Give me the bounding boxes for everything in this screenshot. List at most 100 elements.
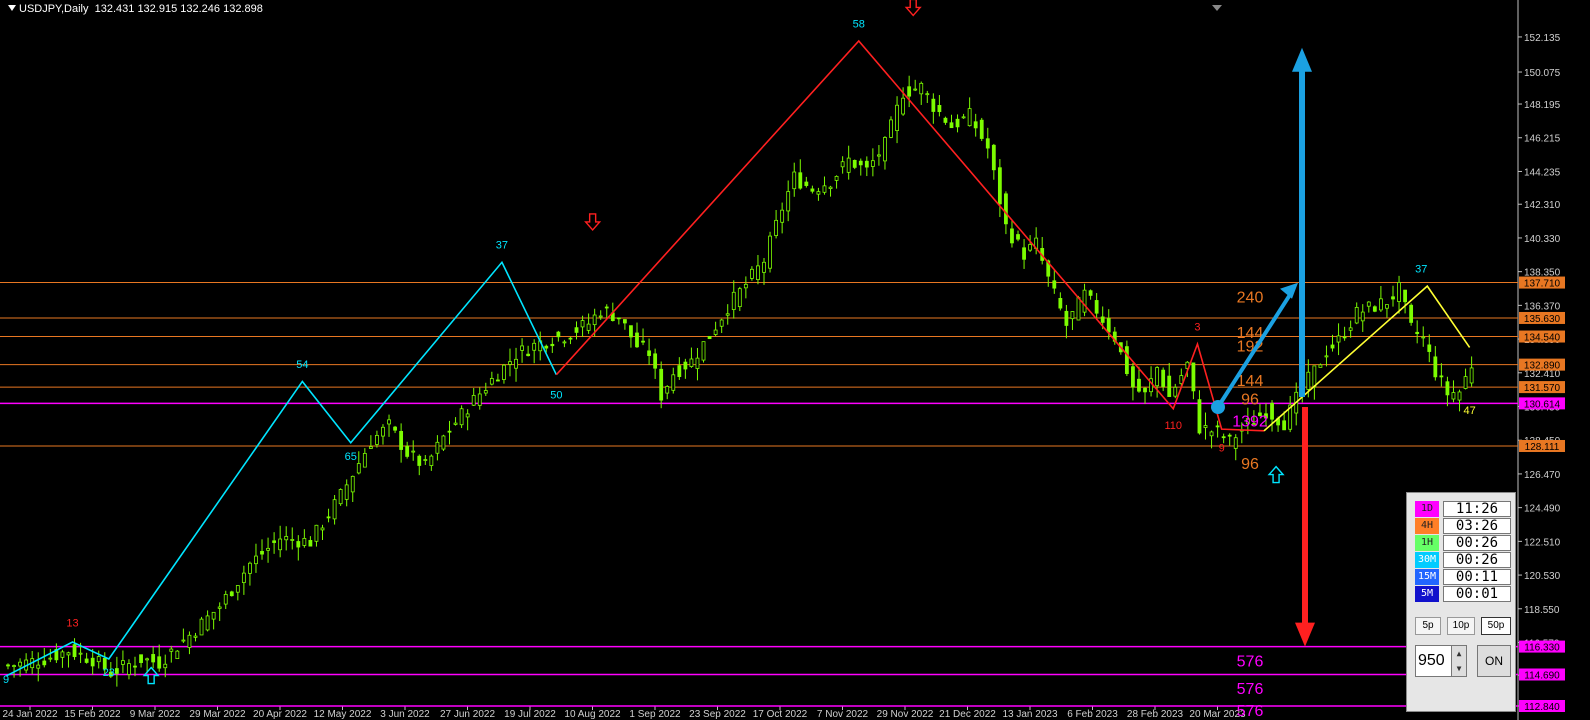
candle-body (1409, 304, 1414, 323)
candle-body (163, 663, 168, 669)
candle-body (907, 86, 912, 97)
candle-body (707, 335, 712, 340)
candle-body (913, 88, 918, 91)
candle-body (272, 540, 277, 543)
y-tick-label: 144.235 (1524, 167, 1561, 178)
projection-origin-dot (1211, 400, 1225, 415)
candle-body (937, 105, 942, 113)
candle-body (1094, 300, 1099, 314)
timeframe-badge: 30M (1415, 552, 1439, 568)
candle-body (1348, 327, 1353, 331)
candle-body (973, 121, 978, 129)
candle-body (774, 219, 778, 236)
y-tick-label: 124.490 (1524, 504, 1561, 515)
candle-body (453, 422, 458, 425)
candle-body (1354, 306, 1359, 324)
candle-body (314, 524, 319, 542)
candle-body (526, 353, 531, 357)
candle-body (586, 323, 591, 331)
candle-body (1070, 311, 1075, 320)
signal-up-arrow-icon (142, 666, 160, 685)
y-tick-label: 140.330 (1524, 234, 1561, 245)
candle-body (532, 342, 537, 351)
candle-body (653, 353, 658, 369)
scroll-marker-icon (1212, 5, 1222, 11)
wave-label: 50 (550, 390, 562, 402)
y-tick-label: 136.370 (1524, 301, 1561, 312)
candle-body (1100, 316, 1105, 323)
spin-down-icon[interactable]: ▼ (1452, 661, 1466, 676)
candle-body (931, 98, 936, 112)
candle-body (375, 434, 379, 445)
x-tick-label: 28 Feb 2023 (1127, 709, 1184, 720)
x-tick-label: 1 Sep 2022 (629, 709, 681, 720)
wave-label: 47 (1463, 405, 1475, 417)
candle-body (393, 426, 397, 431)
candle-body (465, 413, 470, 418)
pip-10-button[interactable]: 10p (1447, 617, 1475, 635)
timer-row: 5M 00:01 (1415, 586, 1511, 602)
candle-body (895, 104, 899, 131)
candle-body (1022, 247, 1026, 260)
candle-body (483, 390, 488, 394)
y-tick-label: 148.195 (1524, 100, 1561, 111)
candle-body (1324, 355, 1329, 358)
candle-body (326, 516, 331, 519)
signal-up-arrow-icon (1267, 465, 1285, 484)
on-button[interactable]: ON (1477, 645, 1511, 677)
candle-body (1197, 399, 1202, 434)
price-level-label: 132.890 (1524, 361, 1561, 372)
timer-value: 11:26 (1443, 501, 1511, 517)
candle-body (629, 325, 633, 338)
candle-body (42, 660, 47, 666)
candle-body (719, 319, 724, 327)
wave-label: 37 (496, 240, 508, 252)
menu-triangle-icon[interactable] (8, 5, 16, 11)
timer-row: 30M 00:26 (1415, 552, 1511, 568)
level-count-label: 576 (1237, 654, 1264, 671)
candle-body (677, 365, 682, 377)
candle-body (1330, 344, 1335, 349)
candle-body (241, 572, 246, 583)
candle-body (671, 374, 676, 391)
spin-control[interactable]: ▲ ▼ (1451, 645, 1467, 677)
candle-body (157, 656, 162, 669)
pip-50-button[interactable]: 50p (1481, 617, 1511, 635)
candle-body (302, 538, 307, 546)
candle-body (1137, 378, 1141, 392)
x-tick-label: 7 Nov 2022 (817, 709, 869, 720)
candle-body (266, 547, 270, 551)
candle-body (459, 408, 464, 426)
candle-body (399, 430, 404, 450)
projection-up-arrowhead-icon (1292, 47, 1312, 72)
candle-body (193, 635, 198, 638)
candle-body (489, 378, 494, 385)
candle-body (816, 191, 821, 195)
candle-body (1270, 402, 1274, 420)
wave-label: 9 (1219, 442, 1225, 454)
candle-body (284, 536, 289, 541)
candle-body (580, 320, 585, 328)
candle-body (840, 161, 845, 168)
spin-up-icon[interactable]: ▲ (1452, 646, 1466, 661)
candle-body (387, 419, 391, 425)
x-tick-label: 29 Mar 2022 (189, 709, 246, 720)
candle-body (187, 634, 192, 648)
candle-body (169, 648, 174, 652)
candle-body (943, 117, 948, 123)
candle-body (320, 527, 325, 531)
candle-body (447, 430, 452, 433)
candle-body (477, 393, 482, 406)
pip-5-button[interactable]: 5p (1415, 617, 1441, 635)
candle-body (1451, 392, 1456, 400)
candle-body (598, 315, 603, 318)
candle-body (762, 261, 766, 273)
candle-body (338, 489, 343, 505)
candle-body (780, 209, 785, 223)
candle-body (151, 654, 156, 663)
y-tick-label: 150.075 (1524, 68, 1561, 79)
x-tick-label: 20 Apr 2022 (253, 709, 307, 720)
x-tick-label: 24 Jan 2022 (2, 709, 57, 720)
chart-header: USDJPY,Daily 132.431 132.915 132.246 132… (8, 3, 263, 15)
candle-body (1064, 310, 1069, 326)
